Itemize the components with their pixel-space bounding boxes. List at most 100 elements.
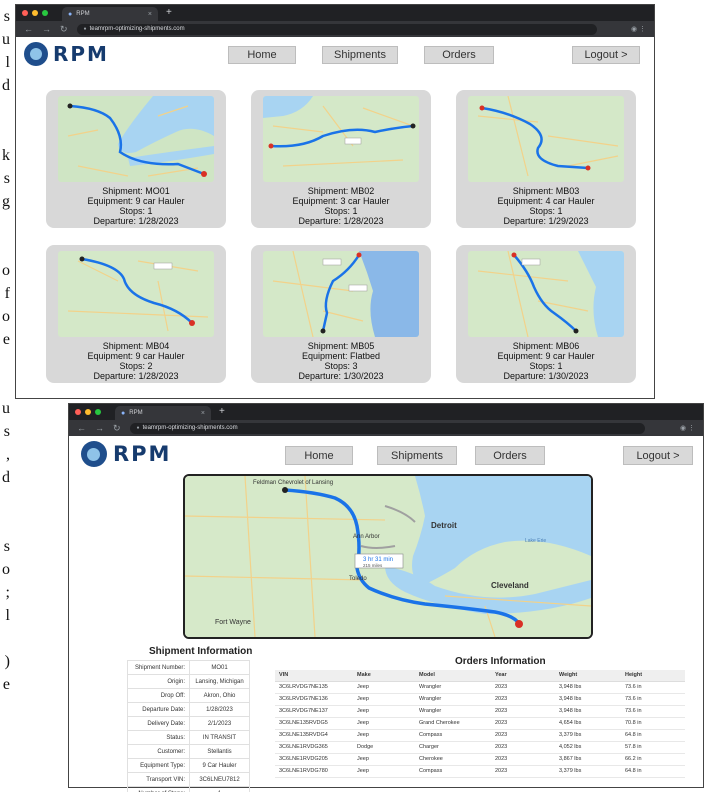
shipment-equipment: Equipment: 9 car Hauler — [87, 351, 185, 361]
browser-tab[interactable]: ● RPM × — [62, 7, 158, 21]
shipment-card-info: Shipment: MO01 Equipment: 9 car Hauler S… — [46, 186, 226, 226]
shipment-card[interactable]: Shipment: MB04 Equipment: 9 car Hauler S… — [46, 245, 226, 383]
shipment-info-value: MO01 — [189, 660, 250, 675]
logout-button[interactable]: Logout > — [623, 446, 693, 465]
nav-shipments-button[interactable]: Shipments — [322, 46, 398, 64]
close-tab-icon[interactable]: × — [148, 11, 152, 18]
shipment-departure: Departure: 1/28/2023 — [298, 216, 384, 226]
shipment-stops: Stops: 2 — [119, 361, 153, 371]
order-cell-make: Jeep — [353, 717, 415, 730]
forward-icon[interactable]: → — [95, 423, 104, 433]
order-row[interactable]: 3C6LNE135RVDG4 Jeep Compass 2023 3,379 lbs 64… — [275, 729, 685, 742]
back-icon[interactable]: ← — [77, 423, 86, 433]
order-cell-weight: 3,948 lbs — [555, 681, 621, 694]
profile-icon[interactable]: ◉ ⋮ — [631, 25, 646, 33]
order-cell-year: 2023 — [491, 729, 555, 742]
route-map[interactable]: 3 hr 31 min 215 miles Feldman Chevrolet … — [183, 474, 593, 639]
logout-button[interactable]: Logout > — [572, 46, 640, 64]
shipment-info-value: 1 — [189, 786, 250, 792]
shipment-info-row: Shipment Number: MO01 — [127, 660, 250, 675]
text-fragment: l — [5, 54, 10, 71]
close-tab-icon[interactable]: × — [201, 410, 205, 417]
minimize-window-icon[interactable] — [85, 409, 91, 415]
order-row[interactable]: 3C6LRVDG7NE137 Jeep Wrangler 2023 3,948 lbs 7… — [275, 705, 685, 718]
order-row[interactable]: 3C6LNE1RVDG205 Jeep Cherokee 2023 3,867 lbs 6… — [275, 753, 685, 766]
new-tab-icon[interactable]: + — [166, 7, 172, 19]
shipment-id: Shipment: MB06 — [512, 341, 580, 351]
order-cell-year: 2023 — [491, 681, 555, 694]
order-cell-model: Wrangler — [415, 705, 491, 718]
browser-chrome: ● RPM × + ← → ↻ ● teamrpm-optimizing-shi… — [69, 404, 703, 436]
nav-home-button[interactable]: Home — [285, 446, 353, 465]
order-cell-height: 73.6 in — [621, 693, 685, 706]
order-row[interactable]: 3C6LNE1RVDG780 Jeep Compass 2023 3,379 lbs 64… — [275, 765, 685, 778]
logo-globe-icon — [24, 42, 48, 66]
reload-icon[interactable]: ↻ — [113, 423, 121, 433]
order-cell-year: 2023 — [491, 705, 555, 718]
shipment-equipment: Equipment: 9 car Hauler — [87, 196, 185, 206]
shipment-equipment: Equipment: 4 car Hauler — [497, 196, 595, 206]
reload-icon[interactable]: ↻ — [60, 24, 68, 34]
order-row[interactable]: 3C6LRVDG7NE135 Jeep Wrangler 2023 3,948 lbs 7… — [275, 681, 685, 694]
tab-strip: ● RPM × + — [69, 404, 703, 420]
browser-toolbar: ← → ↻ ● teamrpm-optimizing-shipments.com… — [69, 420, 703, 436]
shipment-card-info: Shipment: MB02 Equipment: 3 car Hauler S… — [251, 186, 431, 226]
order-cell-vin: 3C6LNE1RVDG780 — [275, 765, 353, 778]
shipment-info-value: Lansing, Michigan — [189, 674, 250, 689]
shipment-equipment: Equipment: 9 car Hauler — [497, 351, 595, 361]
text-fragment: s — [3, 170, 10, 187]
order-row[interactable]: 3C6LNE135RVDG5 Jeep Grand Cherokee 2023 4,65… — [275, 717, 685, 730]
order-cell-vin: 3C6LRVDG7NE137 — [275, 705, 353, 718]
browser-tab[interactable]: ● RPM × — [115, 406, 211, 420]
shipment-card[interactable]: Shipment: MB05 Equipment: Flatbed Stops:… — [251, 245, 431, 383]
url-text: teamrpm-optimizing-shipments.com — [89, 26, 185, 32]
shipment-departure: Departure: 1/28/2023 — [93, 216, 179, 226]
order-cell-vin: 3C6LNE1RVDG205 — [275, 753, 353, 766]
order-cell-weight: 3,948 lbs — [555, 705, 621, 718]
profile-icon[interactable]: ◉ ⋮ — [680, 424, 695, 432]
col-vin: VIN — [275, 670, 353, 682]
order-row[interactable]: 3C6LNE1RVDG365 Dodge Charger 2023 4,052 lbs 5… — [275, 741, 685, 754]
order-cell-height: 73.6 in — [621, 705, 685, 718]
maximize-window-icon[interactable] — [95, 409, 101, 415]
nav-orders-button[interactable]: Orders — [424, 46, 494, 64]
shipment-card[interactable]: Shipment: MB03 Equipment: 4 car Hauler S… — [456, 90, 636, 228]
shipment-card-info: Shipment: MB04 Equipment: 9 car Hauler S… — [46, 341, 226, 381]
forward-icon[interactable]: → — [42, 24, 51, 34]
order-cell-vin: 3C6LRVDG7NE136 — [275, 693, 353, 706]
browser-chrome: ● RPM × + ← → ↻ ● teamrpm-optimizing-shi… — [16, 5, 654, 37]
order-cell-make: Jeep — [353, 753, 415, 766]
shipment-card[interactable]: Shipment: MB02 Equipment: 3 car Hauler S… — [251, 90, 431, 228]
address-bar[interactable]: ● teamrpm-optimizing-shipments.com — [129, 422, 645, 434]
shipment-card[interactable]: Shipment: MB06 Equipment: 9 car Hauler S… — [456, 245, 636, 383]
shipment-info-key: Equipment Type: — [127, 758, 190, 773]
shipment-info-key: Delivery Date: — [127, 716, 190, 731]
nav-home-button[interactable]: Home — [228, 46, 296, 64]
shipment-info-key: Status: — [127, 730, 190, 745]
shipment-stops: Stops: 1 — [529, 361, 563, 371]
shipment-card[interactable]: Shipment: MO01 Equipment: 9 car Hauler S… — [46, 90, 226, 228]
shipment-info-value: IN TRANSIT — [189, 730, 250, 745]
app-header: RPM Home Shipments Orders Logout > — [16, 37, 654, 73]
close-window-icon[interactable] — [22, 10, 28, 16]
rpm-logo[interactable]: RPM — [81, 441, 171, 467]
address-bar[interactable]: ● teamrpm-optimizing-shipments.com — [76, 23, 597, 35]
rpm-logo[interactable]: RPM — [24, 42, 109, 66]
order-cell-model: Wrangler — [415, 693, 491, 706]
order-cell-make: Jeep — [353, 705, 415, 718]
order-row[interactable]: 3C6LRVDG7NE136 Jeep Wrangler 2023 3,948 lbs 7… — [275, 693, 685, 706]
order-cell-make: Dodge — [353, 741, 415, 754]
order-cell-year: 2023 — [491, 753, 555, 766]
minimize-window-icon[interactable] — [32, 10, 38, 16]
nav-orders-button[interactable]: Orders — [475, 446, 545, 465]
favicon-icon: ● — [68, 10, 73, 18]
back-icon[interactable]: ← — [24, 24, 33, 34]
nav-shipments-button[interactable]: Shipments — [377, 446, 457, 465]
order-cell-weight: 3,379 lbs — [555, 729, 621, 742]
close-window-icon[interactable] — [75, 409, 81, 415]
new-tab-icon[interactable]: + — [219, 406, 225, 418]
order-cell-vin: 3C6LNE135RVDG4 — [275, 729, 353, 742]
text-fragment: ; — [5, 584, 10, 601]
maximize-window-icon[interactable] — [42, 10, 48, 16]
shipment-id: Shipment: MO01 — [102, 186, 170, 196]
